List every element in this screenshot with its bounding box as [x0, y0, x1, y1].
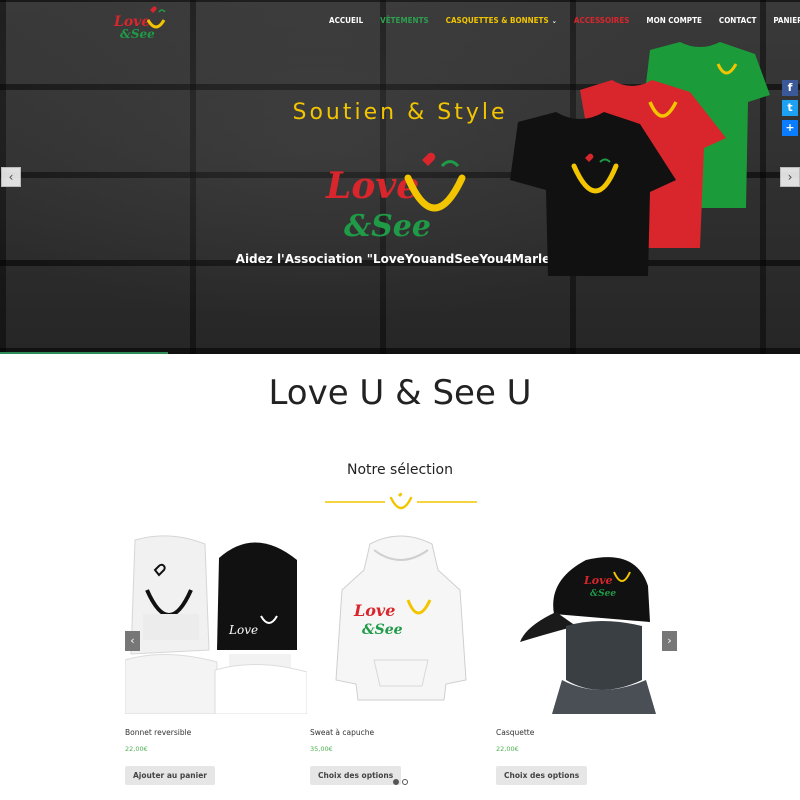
product-carousel: Love Bonnet reversible 22,00€ Ajouter au… — [125, 530, 685, 800]
hero-next-arrow-icon[interactable]: › — [780, 167, 800, 187]
share-icon[interactable]: + — [782, 120, 798, 136]
facebook-icon[interactable]: f — [782, 80, 798, 96]
nav-contact[interactable]: CONTACT — [719, 16, 756, 25]
page-title: Love U & See U — [268, 373, 532, 413]
carousel-pagination — [393, 779, 408, 785]
product-name[interactable]: Sweat à capuche — [310, 728, 492, 737]
svg-text:&See: &See — [362, 622, 403, 638]
nav-vetements[interactable]: VÊTEMENTS — [380, 16, 429, 25]
svg-text:Love: Love — [583, 574, 612, 587]
choose-options-button[interactable]: Choix des options — [496, 766, 588, 785]
product-card[interactable]: Love Bonnet reversible 22,00€ Ajouter au… — [125, 530, 307, 785]
carousel-dot[interactable] — [393, 779, 399, 785]
hero-logo: Love &See — [325, 152, 466, 244]
product-card[interactable]: Love &See Casquette 22,00€ Choix des opt… — [496, 530, 678, 785]
product-name[interactable]: Casquette — [496, 728, 678, 737]
nav-panier[interactable]: PANIER — [773, 16, 800, 25]
svg-text:Love: Love — [353, 601, 395, 620]
carousel-dot[interactable] — [402, 779, 408, 785]
slider-progress-bar — [0, 352, 168, 354]
nav-mon-compte[interactable]: MON COMPTE — [646, 16, 701, 25]
carousel-next-arrow-icon[interactable]: › — [662, 631, 677, 651]
product-price: 22,00€ — [125, 745, 148, 753]
twitter-icon[interactable]: t — [782, 100, 798, 116]
svg-text:Love: Love — [325, 165, 419, 207]
svg-text:Love: Love — [228, 623, 258, 637]
svg-text:&See: &See — [120, 27, 155, 41]
svg-text:&See: &See — [344, 209, 431, 244]
carousel-prev-arrow-icon[interactable]: ‹ — [125, 631, 140, 651]
chevron-down-icon: ⌄ — [551, 17, 557, 25]
product-image[interactable]: Love &See — [496, 530, 678, 714]
product-image[interactable]: Love &See — [310, 530, 492, 714]
product-image[interactable]: Love — [125, 530, 307, 714]
product-price: 35,00€ — [310, 745, 333, 753]
svg-text:&See: &See — [590, 589, 616, 599]
site-logo[interactable]: Love &See — [110, 4, 170, 44]
choose-options-button[interactable]: Choix des options — [310, 766, 402, 785]
product-card[interactable]: Love &See Sweat à capuche 35,00€ Choix d… — [310, 530, 492, 785]
hero-prev-arrow-icon[interactable]: ‹ — [1, 167, 21, 187]
main-nav: ACCUEIL VÊTEMENTS CASQUETTES & BONNETS ⌄ … — [329, 16, 800, 25]
tshirts-image — [510, 42, 770, 276]
nav-accessoires[interactable]: ACCESSOIRES — [574, 16, 630, 25]
product-name[interactable]: Bonnet reversible — [125, 728, 307, 737]
nav-casquettes-bonnets[interactable]: CASQUETTES & BONNETS ⌄ — [446, 16, 557, 25]
hero-slider: Love &See ACCUEIL VÊTEMENTS CASQUETTES &… — [0, 0, 800, 354]
section-title: Notre sélection — [347, 462, 453, 478]
section-divider-icon — [325, 492, 477, 510]
social-share: f t + — [782, 80, 798, 140]
nav-casquettes-label: CASQUETTES & BONNETS — [445, 16, 549, 25]
add-to-cart-button[interactable]: Ajouter au panier — [125, 766, 215, 785]
product-price: 22,00€ — [496, 745, 519, 753]
nav-accueil[interactable]: ACCUEIL — [329, 16, 363, 25]
